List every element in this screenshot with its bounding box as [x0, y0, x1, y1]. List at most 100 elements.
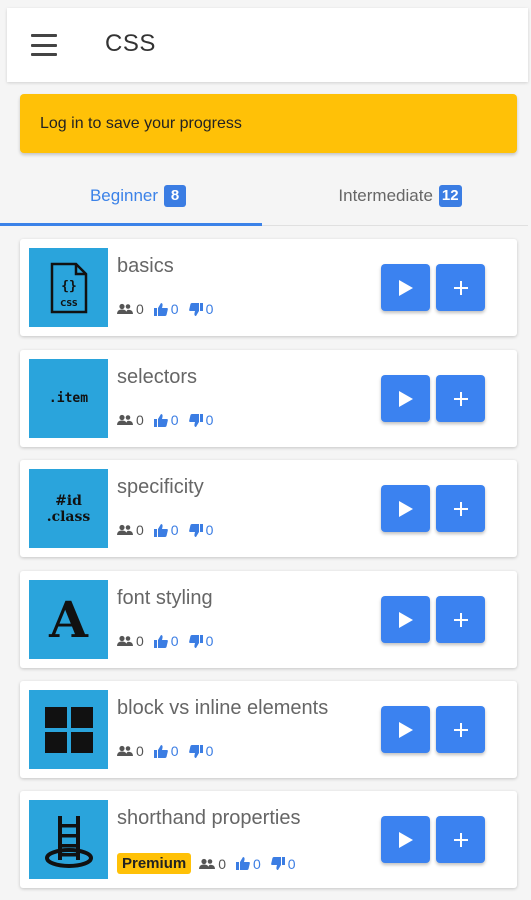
users-stat: 0	[117, 522, 144, 538]
thumbs-up-icon	[153, 634, 168, 648]
play-button[interactable]	[381, 596, 430, 643]
play-button[interactable]	[381, 375, 430, 422]
thumbs-down-icon	[188, 744, 203, 758]
thumbs-down-icon	[188, 634, 203, 648]
tab-intermediate[interactable]: Intermediate 12	[269, 168, 531, 224]
likes-stat[interactable]: 0	[236, 856, 261, 872]
dislikes-stat[interactable]: 0	[188, 412, 213, 428]
add-button[interactable]	[436, 816, 485, 863]
lesson-title: shorthand properties	[117, 807, 301, 829]
dislikes-stat[interactable]: 0	[188, 301, 213, 317]
add-button[interactable]	[436, 706, 485, 753]
likes-stat[interactable]: 0	[153, 522, 179, 538]
play-button[interactable]	[381, 485, 430, 532]
play-button[interactable]	[381, 816, 430, 863]
tab-beginner-label: Beginner	[89, 186, 159, 205]
tab-beginner-count-badge: 8	[164, 185, 187, 207]
tab-intermediate-label: Intermediate	[338, 186, 433, 205]
lesson-card-selectors[interactable]: .item selectors 0 0 0	[20, 350, 517, 447]
font-letter-icon: A	[29, 580, 108, 659]
plus-icon	[453, 612, 468, 627]
app-bar: CSS	[7, 8, 528, 82]
likes-stat[interactable]: 0	[153, 633, 179, 649]
dislikes-stat[interactable]: 0	[188, 522, 213, 538]
users-stat: 0	[117, 301, 144, 317]
lesson-title: specificity	[117, 476, 204, 498]
specificity-icon: #id .class	[29, 469, 108, 548]
svg-text:CSS: CSS	[60, 299, 77, 308]
tab-intermediate-count-badge: 12	[438, 185, 462, 207]
dislikes-stat[interactable]: 0	[188, 633, 213, 649]
plus-icon	[453, 832, 468, 847]
thumbs-up-icon	[153, 744, 168, 758]
thumbs-up-icon	[153, 302, 168, 316]
lesson-title: selectors	[117, 366, 198, 388]
dislikes-stat[interactable]: 0	[270, 856, 296, 872]
lesson-stats: 0 0 0	[117, 522, 223, 538]
thumbs-down-icon	[188, 302, 203, 316]
add-button[interactable]	[436, 596, 485, 643]
login-banner-text: Log in to save your progress	[40, 114, 242, 132]
play-icon	[398, 721, 413, 738]
thumbs-up-icon	[153, 523, 168, 537]
users-icon	[117, 303, 133, 314]
users-icon	[199, 858, 216, 869]
tab-active-indicator	[0, 223, 262, 226]
thumbs-down-icon	[270, 857, 285, 870]
plus-icon	[453, 722, 468, 737]
lesson-title: basics	[117, 255, 174, 277]
thumbs-down-icon	[188, 523, 203, 537]
plus-icon	[453, 501, 468, 516]
lesson-card-font-styling[interactable]: A font styling 0 0 0	[20, 571, 517, 668]
users-stat: 0	[117, 743, 144, 759]
users-icon	[117, 745, 133, 756]
add-button[interactable]	[436, 485, 485, 532]
lesson-stats: 0 0 0	[117, 743, 223, 759]
lesson-title: block vs inline elements	[117, 697, 329, 719]
users-stat: 0	[117, 412, 144, 428]
tab-beginner[interactable]: Beginner 8	[7, 168, 269, 224]
play-icon	[398, 279, 413, 296]
play-icon	[398, 390, 413, 407]
login-banner[interactable]: Log in to save your progress	[20, 94, 517, 153]
add-button[interactable]	[436, 375, 485, 422]
lesson-title: font styling	[117, 587, 213, 609]
thumbs-down-icon	[188, 413, 203, 427]
users-icon	[117, 414, 133, 425]
thumbs-up-icon	[153, 413, 168, 427]
users-stat: 0	[117, 633, 144, 649]
users-icon	[117, 524, 133, 535]
lesson-stats: Premium 0 0 0	[117, 853, 306, 874]
play-icon	[398, 611, 413, 628]
plus-icon	[453, 391, 468, 406]
thumbs-up-icon	[236, 857, 250, 870]
lesson-card-block-vs-inline[interactable]: block vs inline elements 0 0 0	[20, 681, 517, 778]
add-button[interactable]	[436, 264, 485, 311]
hamburger-menu-icon[interactable]	[31, 34, 57, 56]
selector-item-icon: .item	[29, 359, 108, 438]
play-button[interactable]	[381, 264, 430, 311]
users-icon	[117, 635, 133, 646]
premium-badge: Premium	[117, 853, 192, 874]
lesson-card-basics[interactable]: {} CSS basics 0 0 0	[20, 239, 517, 336]
ladder-icon	[29, 800, 108, 879]
likes-stat[interactable]: 0	[153, 412, 179, 428]
page-title: CSS	[105, 30, 156, 57]
play-icon	[398, 831, 413, 848]
users-stat: 0	[199, 856, 226, 872]
lesson-card-shorthand-properties[interactable]: shorthand properties Premium 0 0 0	[20, 791, 517, 888]
lesson-card-specificity[interactable]: #id .class specificity 0 0 0	[20, 460, 517, 557]
likes-stat[interactable]: 0	[153, 743, 179, 759]
lesson-stats: 0 0 0	[117, 412, 223, 428]
grid-blocks-icon	[29, 690, 108, 769]
play-button[interactable]	[381, 706, 430, 753]
svg-text:{}: {}	[61, 279, 77, 294]
play-icon	[398, 500, 413, 517]
level-tabs: Beginner 8 Intermediate 12	[7, 168, 528, 226]
plus-icon	[453, 280, 468, 295]
lesson-stats: 0 0 0	[117, 633, 223, 649]
lesson-stats: 0 0 0	[117, 301, 223, 317]
likes-stat[interactable]: 0	[153, 301, 179, 317]
dislikes-stat[interactable]: 0	[188, 743, 213, 759]
css-file-icon: {} CSS	[29, 248, 108, 327]
